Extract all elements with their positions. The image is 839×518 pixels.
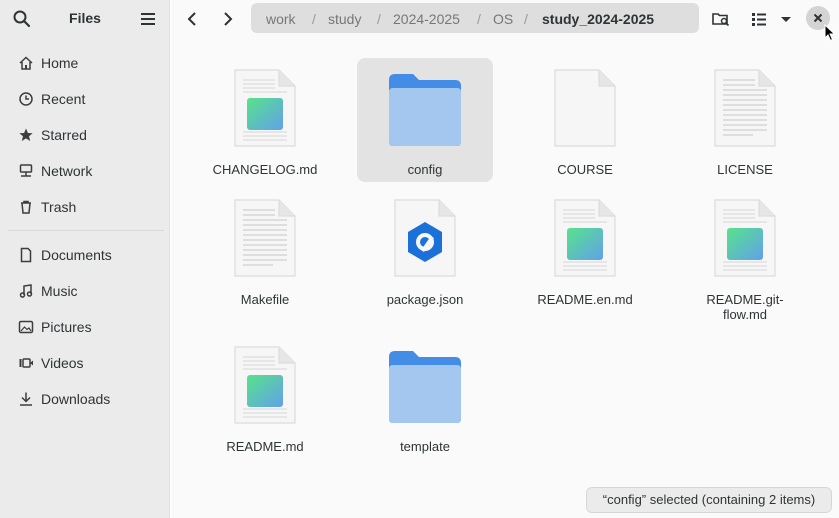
- file-name: README.git-flow.md: [706, 292, 784, 322]
- file-item-course[interactable]: COURSE: [517, 58, 653, 182]
- path-crumb-os[interactable]: OS: [493, 11, 513, 27]
- file-item-readme-en[interactable]: README.en.md: [517, 188, 653, 312]
- back-arrow-icon[interactable]: [181, 8, 203, 30]
- file-item-readme-git-flow[interactable]: README.git-flow.md: [677, 188, 813, 322]
- sidebar-item-downloads[interactable]: Downloads: [0, 382, 170, 416]
- file-item-license[interactable]: LICENSE: [677, 58, 813, 182]
- picture-icon: [18, 320, 34, 334]
- file-name: CHANGELOG.md: [212, 162, 318, 177]
- download-icon: [20, 392, 32, 406]
- sidebar-divider: [8, 230, 164, 231]
- sidebar-item-starred[interactable]: Starred: [0, 118, 170, 152]
- path-crumb-year[interactable]: 2024-2025: [393, 11, 460, 27]
- clock-icon: [19, 92, 33, 106]
- toolbar: / work / study / 2024-2025 / OS / study_…: [171, 0, 839, 40]
- path-bar[interactable]: / work / study / 2024-2025 / OS / study_…: [251, 3, 699, 33]
- list-view-icon[interactable]: [748, 8, 770, 30]
- sidebar-item-label: Starred: [41, 127, 87, 143]
- sidebar-item-documents[interactable]: Documents: [0, 238, 170, 272]
- markdown-file-icon: [554, 199, 616, 277]
- text-file-icon: [234, 199, 296, 277]
- path-crumb-work[interactable]: work: [266, 11, 296, 27]
- sidebar-item-label: Videos: [41, 355, 84, 371]
- document-icon: [20, 247, 32, 263]
- sidebar-item-label: Recent: [41, 91, 86, 107]
- json-file-icon: [394, 199, 456, 277]
- folder-icon: [389, 74, 461, 146]
- sidebar-item-recent[interactable]: Recent: [0, 82, 170, 116]
- hamburger-menu-icon[interactable]: [138, 9, 158, 29]
- file-name: README.md: [226, 439, 304, 454]
- folder-icon: [389, 351, 461, 423]
- file-item-config[interactable]: config: [357, 58, 493, 182]
- sidebar-item-label: Pictures: [41, 319, 92, 335]
- sidebar-item-pictures[interactable]: Pictures: [0, 310, 170, 344]
- sidebar-item-home[interactable]: Home: [0, 46, 170, 80]
- home-icon: [19, 56, 33, 70]
- file-item-readme[interactable]: README.md: [197, 335, 333, 459]
- sidebar-item-network[interactable]: Network: [0, 154, 170, 188]
- path-separator: /: [377, 11, 381, 27]
- sidebar-header: Files: [0, 0, 170, 38]
- sidebar-item-label: Documents: [41, 247, 112, 263]
- blank-file-icon: [554, 69, 616, 147]
- path-separator: /: [524, 11, 528, 27]
- sidebar-item-videos[interactable]: Videos: [0, 346, 170, 380]
- mouse-pointer-icon: [824, 24, 836, 42]
- sidebar-item-label: Trash: [41, 199, 77, 215]
- markdown-file-icon: [234, 346, 296, 424]
- sidebar-item-music[interactable]: Music: [0, 274, 170, 308]
- path-separator: /: [312, 11, 316, 27]
- sidebar-item-label: Home: [41, 55, 79, 71]
- file-name: package.json: [386, 292, 464, 307]
- file-item-changelog[interactable]: CHANGELOG.md: [197, 58, 333, 182]
- trash-icon: [21, 200, 31, 214]
- file-name: template: [400, 439, 450, 454]
- file-item-template[interactable]: template: [357, 335, 493, 459]
- file-item-makefile[interactable]: Makefile: [197, 188, 333, 312]
- path-crumb-study[interactable]: study: [328, 11, 361, 27]
- chevron-down-icon[interactable]: [775, 8, 797, 30]
- sidebar-item-label: Music: [41, 283, 78, 299]
- search-folder-icon[interactable]: [710, 8, 732, 30]
- forward-arrow-icon[interactable]: [217, 8, 239, 30]
- file-name: LICENSE: [717, 162, 773, 177]
- markdown-file-icon: [234, 69, 296, 147]
- file-name: README.en.md: [537, 292, 633, 307]
- file-name: Makefile: [240, 292, 290, 307]
- sidebar-item-label: Downloads: [41, 391, 111, 407]
- file-name: config: [407, 162, 443, 177]
- sidebar-item-label: Network: [41, 163, 93, 179]
- video-icon: [19, 358, 33, 368]
- network-icon: [19, 164, 33, 177]
- music-icon: [19, 284, 33, 298]
- main-content: / work / study / 2024-2025 / OS / study_…: [171, 0, 839, 518]
- sidebar: Files Home Recent Starred Network Trash: [0, 0, 170, 518]
- star-icon: [19, 128, 33, 141]
- path-crumb-current[interactable]: study_2024-2025: [542, 11, 654, 27]
- file-item-package-json[interactable]: package.json: [357, 188, 493, 312]
- markdown-file-icon: [714, 199, 776, 277]
- path-separator: /: [477, 11, 481, 27]
- sidebar-item-trash[interactable]: Trash: [0, 190, 170, 224]
- status-bar: “config” selected (containing 2 items): [586, 487, 832, 513]
- file-name: COURSE: [557, 162, 613, 177]
- text-file-icon: [714, 69, 776, 147]
